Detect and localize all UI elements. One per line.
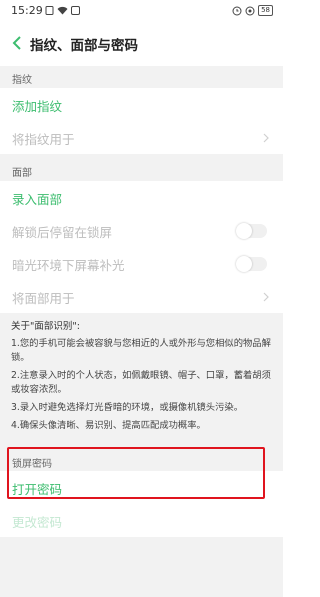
page-title: 指纹、面部与密码 bbox=[30, 38, 138, 54]
enroll-face-row[interactable]: 录入面部 bbox=[0, 181, 283, 214]
info-paragraph-1: 1.您的手机可能会被容貌与您相近的人或外形与您相似的物品解锁。 bbox=[11, 338, 271, 363]
sim-icon bbox=[45, 6, 54, 15]
face-info-block: 关于"面部识别": 1.您的手机可能会被容貌与您相近的人或外形与您相似的物品解锁… bbox=[0, 313, 283, 449]
add-fingerprint-row[interactable]: 添加指纹 bbox=[0, 88, 283, 121]
fingerprint-use-for-row: 将指纹用于 bbox=[0, 121, 283, 154]
change-password-row: 更改密码 bbox=[0, 504, 283, 537]
status-icons-right: 58 bbox=[232, 5, 273, 16]
info-title: 关于"面部识别": bbox=[11, 321, 80, 332]
headset-icon bbox=[245, 6, 255, 15]
info-paragraph-3: 3.录入时避免选择灯光昏暗的环境，或摄像机镜头污染。 bbox=[11, 402, 243, 413]
chevron-right-icon bbox=[263, 133, 269, 143]
annotation-highlight-box bbox=[7, 447, 265, 499]
notification-icon bbox=[71, 6, 80, 15]
toggle-knob bbox=[236, 223, 252, 239]
status-time: 15:29 bbox=[11, 4, 43, 17]
stay-on-lock-row: 解锁后停留在锁屏 bbox=[0, 214, 283, 247]
section-label-face: 面部 bbox=[12, 168, 32, 179]
status-icons-left bbox=[45, 6, 80, 15]
fingerprint-use-for-label: 将指纹用于 bbox=[12, 132, 75, 147]
back-arrow-icon bbox=[12, 36, 21, 50]
settings-content: 指纹 添加指纹 将指纹用于 面部 录入面部 解锁后停留在锁屏 暗光环境下屏幕补光… bbox=[0, 66, 283, 597]
enroll-face-label: 录入面部 bbox=[12, 192, 63, 207]
alarm-icon bbox=[232, 6, 242, 15]
section-label-fingerprint: 指纹 bbox=[12, 75, 32, 86]
header: 指纹、面部与密码 bbox=[0, 22, 283, 66]
face-use-for-label: 将面部用于 bbox=[12, 291, 75, 306]
stay-on-lock-toggle[interactable] bbox=[236, 223, 267, 239]
back-button[interactable] bbox=[6, 32, 28, 54]
dim-light-label: 暗光环境下屏幕补光 bbox=[12, 258, 125, 273]
info-paragraph-2: 2.注意录入时的个人状态，如佩戴眼镜、帽子、口罩，蓄着胡须或妆容浓烈。 bbox=[11, 370, 271, 395]
status-bar: 15:29 58 bbox=[0, 0, 283, 22]
chevron-right-icon bbox=[263, 292, 269, 302]
change-password-label: 更改密码 bbox=[12, 515, 63, 530]
wifi-icon bbox=[57, 6, 68, 15]
dim-light-row: 暗光环境下屏幕补光 bbox=[0, 247, 283, 280]
toggle-knob bbox=[236, 256, 252, 272]
battery-indicator: 58 bbox=[258, 5, 273, 16]
info-paragraph-4: 4.确保头像清晰、易识别、提高匹配成功概率。 bbox=[11, 420, 206, 431]
face-use-for-row: 将面部用于 bbox=[0, 280, 283, 313]
add-fingerprint-label: 添加指纹 bbox=[12, 99, 63, 114]
dim-light-toggle[interactable] bbox=[236, 256, 267, 272]
stay-on-lock-label: 解锁后停留在锁屏 bbox=[12, 225, 113, 240]
